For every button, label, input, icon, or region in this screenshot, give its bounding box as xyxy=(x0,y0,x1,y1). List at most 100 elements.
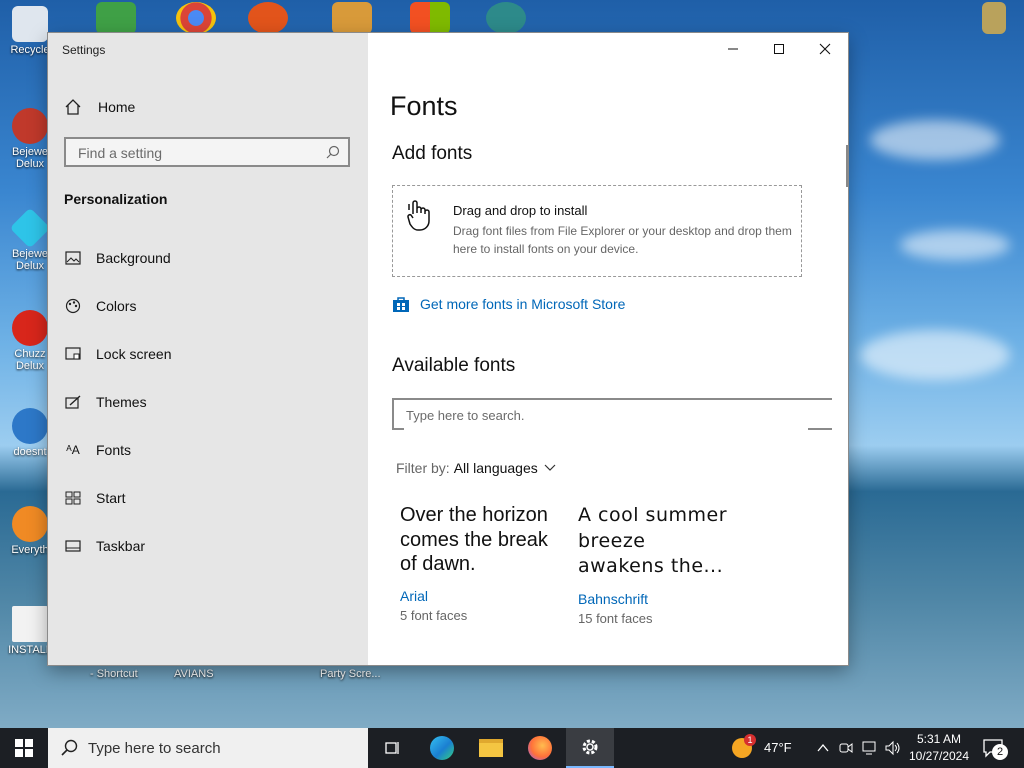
add-fonts-header: Add fonts xyxy=(392,143,473,164)
sidebar-item-label: Colors xyxy=(96,298,137,314)
font-name: Bahnschrift xyxy=(578,590,649,607)
desktop-icon-label: Everyth xyxy=(11,544,49,556)
font-name: Arial xyxy=(400,587,429,604)
font-sample-text: A cool summer breeze awakens the... xyxy=(578,504,728,577)
desktop-app-icon-3[interactable] xyxy=(332,2,372,34)
desktop-icon-bejeweled-2[interactable]: Bejewe Delux xyxy=(6,207,54,272)
taskbar-clock[interactable]: 5:31 AM 10/27/2024 xyxy=(904,731,974,765)
font-search-box[interactable] xyxy=(392,398,832,430)
font-card-arial[interactable]: Over the horizon comes the break of dawn… xyxy=(400,503,560,623)
section-header-personalization: Personalization xyxy=(64,191,168,207)
desktop-icon-chuzzle[interactable]: Chuzz Delux xyxy=(6,310,54,372)
meet-now-icon[interactable] xyxy=(838,740,854,756)
weather-widget[interactable]: 1 47°F xyxy=(730,734,800,760)
sidebar-item-background[interactable]: Background xyxy=(64,246,171,270)
hand-pointer-icon xyxy=(407,200,430,231)
desktop-icon-everything[interactable]: Everyth xyxy=(6,506,54,556)
close-button[interactable] xyxy=(802,33,848,65)
notification-count-badge: 2 xyxy=(992,744,1008,760)
sidebar-item-fonts[interactable]: ᴬA Fonts xyxy=(64,438,131,462)
start-grid-icon xyxy=(64,489,82,507)
maximize-button[interactable] xyxy=(756,33,802,65)
recycle-bin-icon xyxy=(12,6,48,42)
task-view-button[interactable] xyxy=(368,728,416,768)
picture-icon xyxy=(64,249,82,267)
font-face-count: 5 font faces xyxy=(400,607,468,623)
window-title: Settings xyxy=(62,43,106,57)
desktop-icon-bejeweled[interactable]: Bejewe Delux xyxy=(6,108,54,170)
font-card-bahnschrift[interactable]: A cool summer breeze awakens the... Bahn… xyxy=(578,503,738,626)
settings-window: Settings Home Personalization Background… xyxy=(48,33,848,665)
fonts-page: Fonts Add fonts Drag and drop to install… xyxy=(368,33,848,665)
weather-alert-badge: 1 xyxy=(744,734,756,746)
sidebar-item-label: Start xyxy=(96,490,126,506)
bejeweled-diamond-icon xyxy=(9,207,51,249)
sidebar-item-label: Lock screen xyxy=(96,346,172,362)
bejeweled-icon xyxy=(12,108,48,144)
microsoft-store-link[interactable]: Get more fonts in Microsoft Store xyxy=(392,295,625,313)
firefox-icon xyxy=(528,736,552,760)
sidebar-item-colors[interactable]: Colors xyxy=(64,294,136,318)
windows-logo-icon xyxy=(15,739,33,757)
font-drop-zone[interactable]: Drag and drop to install Drag font files… xyxy=(392,185,802,277)
everything-search-icon xyxy=(12,506,48,542)
file-explorer-button[interactable] xyxy=(467,728,515,768)
minimize-button[interactable] xyxy=(710,33,756,65)
scrollbar-thumb[interactable] xyxy=(846,145,848,187)
taskbar: Type here to search 1 47°F 5:31 AM 10/27… xyxy=(0,728,1024,768)
sidebar-item-taskbar[interactable]: Taskbar xyxy=(64,534,145,558)
font-face-count: 15 font faces xyxy=(578,610,653,626)
desktop-icon-recycle-bin[interactable]: Recycle xyxy=(6,6,54,56)
chuzzle-icon xyxy=(12,310,48,346)
font-search-input[interactable] xyxy=(404,400,808,430)
desktop-app-icon-2[interactable] xyxy=(248,2,288,34)
volume-icon[interactable] xyxy=(884,740,902,756)
filter-value: All languages xyxy=(453,460,538,476)
chevron-down-icon xyxy=(544,464,556,471)
desktop-icon-label: Bejewe Delux xyxy=(11,248,49,272)
game-character-icon[interactable] xyxy=(486,2,526,34)
folder-icon xyxy=(479,739,503,757)
desktop-label-party-screen[interactable]: Party Scre... xyxy=(320,668,381,680)
desktop-icon-label: Bejewe Delux xyxy=(11,146,49,170)
desktop-icon-label: INSTALL xyxy=(8,644,52,656)
language-filter[interactable]: Filter by: All languages xyxy=(396,460,558,476)
maximize-icon xyxy=(774,44,784,54)
store-bag-icon xyxy=(393,297,409,312)
sidebar-item-lock-screen[interactable]: Lock screen xyxy=(64,342,171,366)
close-icon xyxy=(819,43,831,55)
taskbar-search[interactable]: Type here to search xyxy=(48,728,368,768)
search-icon[interactable] xyxy=(326,145,340,159)
desktop-label-avians[interactable]: AVIANS xyxy=(174,668,214,680)
sidebar-item-label: Background xyxy=(96,250,171,266)
notification-center-button[interactable]: 2 xyxy=(980,734,1010,762)
edge-button[interactable] xyxy=(418,728,466,768)
store-link-label: Get more fonts in Microsoft Store xyxy=(420,296,626,312)
sidebar-item-start[interactable]: Start xyxy=(64,486,126,510)
firefox-button[interactable] xyxy=(516,728,564,768)
find-setting-search[interactable] xyxy=(64,137,350,167)
desktop-icon-install[interactable]: INSTALL xyxy=(6,606,54,656)
nav-home-label: Home xyxy=(98,99,136,115)
nav-home[interactable]: Home xyxy=(64,95,135,119)
find-setting-input[interactable] xyxy=(76,139,320,167)
settings-taskbar-button[interactable] xyxy=(566,728,614,768)
task-view-icon xyxy=(385,742,399,754)
start-button[interactable] xyxy=(0,728,48,768)
palette-icon xyxy=(64,297,82,315)
text-file-icon xyxy=(12,606,48,642)
desktop-label-shortcut[interactable]: - Shortcut xyxy=(90,668,138,680)
chrome-icon[interactable] xyxy=(176,2,216,34)
themes-brush-icon xyxy=(64,393,82,411)
network-icon[interactable] xyxy=(862,740,880,756)
windows-store-icon[interactable] xyxy=(410,2,450,34)
minimize-icon xyxy=(728,48,738,50)
sidebar-item-themes[interactable]: Themes xyxy=(64,390,147,414)
desktop-app-icon-1[interactable] xyxy=(96,2,136,34)
desktop-icon-label: Recycle xyxy=(10,44,50,56)
desktop-icon-doesnt[interactable]: doesnt xyxy=(6,408,54,458)
chevron-up-icon[interactable] xyxy=(816,741,830,755)
taskbar-icon xyxy=(64,537,82,555)
desktop-app-icon-4[interactable] xyxy=(982,2,1006,34)
sidebar-item-label: Fonts xyxy=(96,442,132,458)
